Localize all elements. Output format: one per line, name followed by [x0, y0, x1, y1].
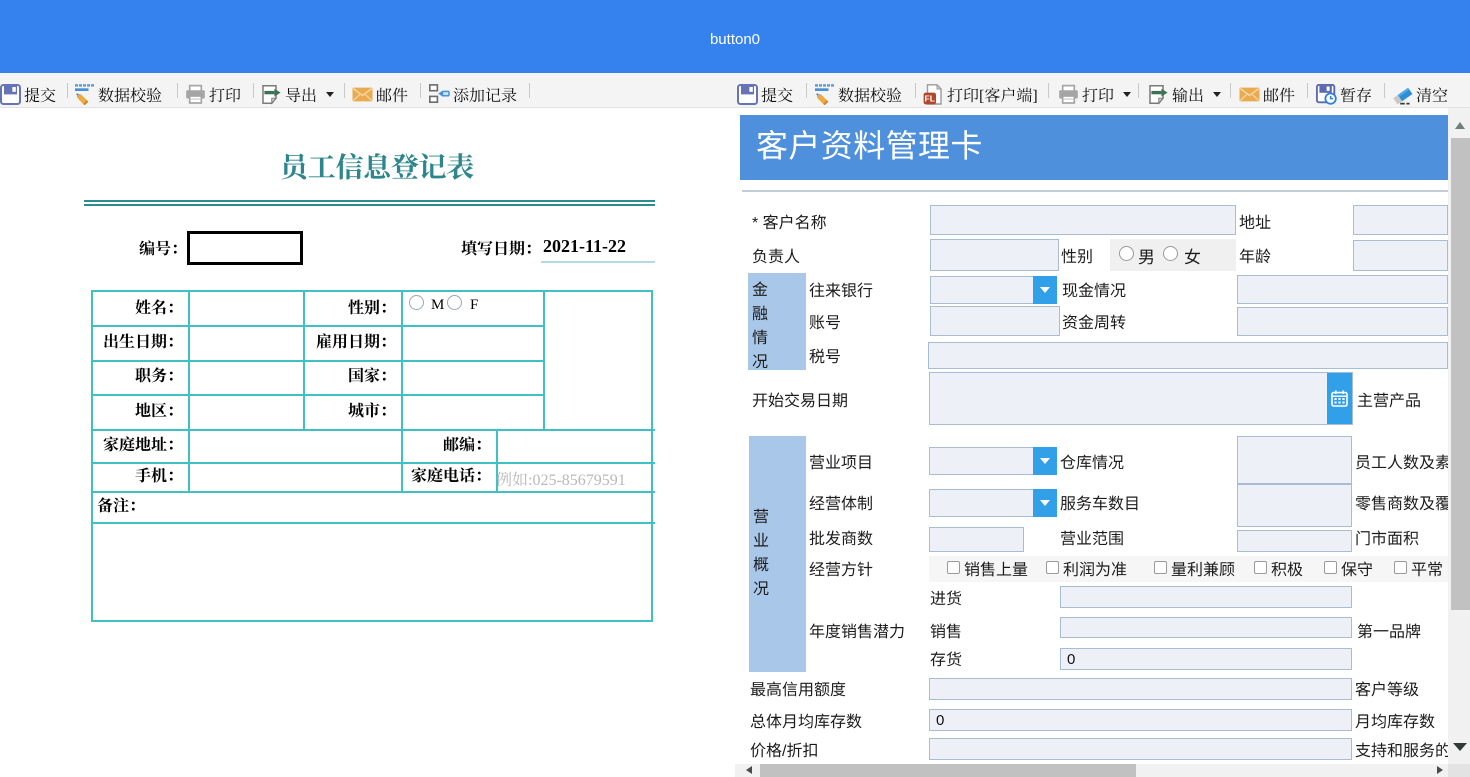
svg-text:FL: FL — [925, 93, 936, 103]
